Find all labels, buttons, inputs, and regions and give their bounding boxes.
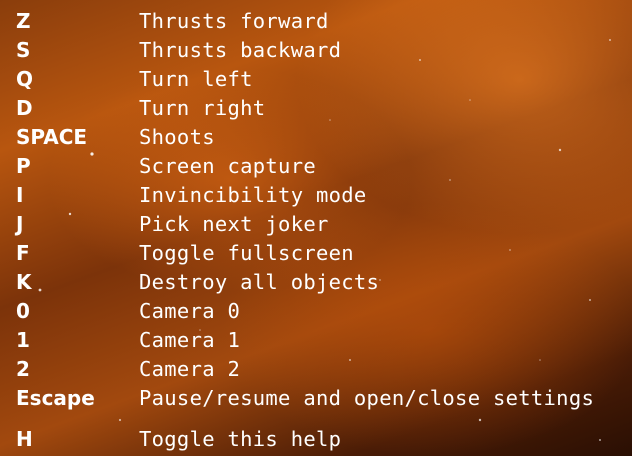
action-label: Turn left — [139, 67, 253, 91]
key-label: H — [16, 427, 33, 451]
key-label: D — [16, 96, 33, 120]
action-label: Pause/resume and open/close settings — [139, 386, 595, 410]
key-label: F — [16, 241, 30, 265]
key-label: P — [16, 154, 31, 178]
key-label: Z — [16, 9, 31, 33]
key-label: Q — [16, 67, 34, 91]
action-label: Screen capture — [139, 154, 316, 178]
action-label: Invincibility mode — [139, 183, 367, 207]
action-label: Thrusts backward — [139, 38, 342, 62]
key-label: S — [16, 38, 31, 62]
key-label: I — [16, 183, 24, 207]
action-label: Toggle this help — [139, 427, 342, 451]
action-label: Shoots — [139, 125, 215, 149]
key-label: 0 — [16, 299, 30, 323]
action-label: Pick next joker — [139, 212, 329, 236]
action-label: Camera 1 — [139, 328, 241, 352]
action-label: Toggle fullscreen — [139, 241, 354, 265]
key-label: J — [16, 212, 24, 236]
key-label: 1 — [16, 328, 30, 352]
key-label: 2 — [16, 357, 30, 381]
action-label: Thrusts forward — [139, 9, 329, 33]
key-label: K — [16, 270, 32, 294]
key-label: Escape — [16, 386, 95, 410]
action-label: Camera 0 — [139, 299, 241, 323]
action-label: Camera 2 — [139, 357, 241, 381]
key-label: SPACE — [16, 125, 88, 149]
action-label: Destroy all objects — [139, 270, 380, 294]
action-label: Turn right — [139, 96, 266, 120]
